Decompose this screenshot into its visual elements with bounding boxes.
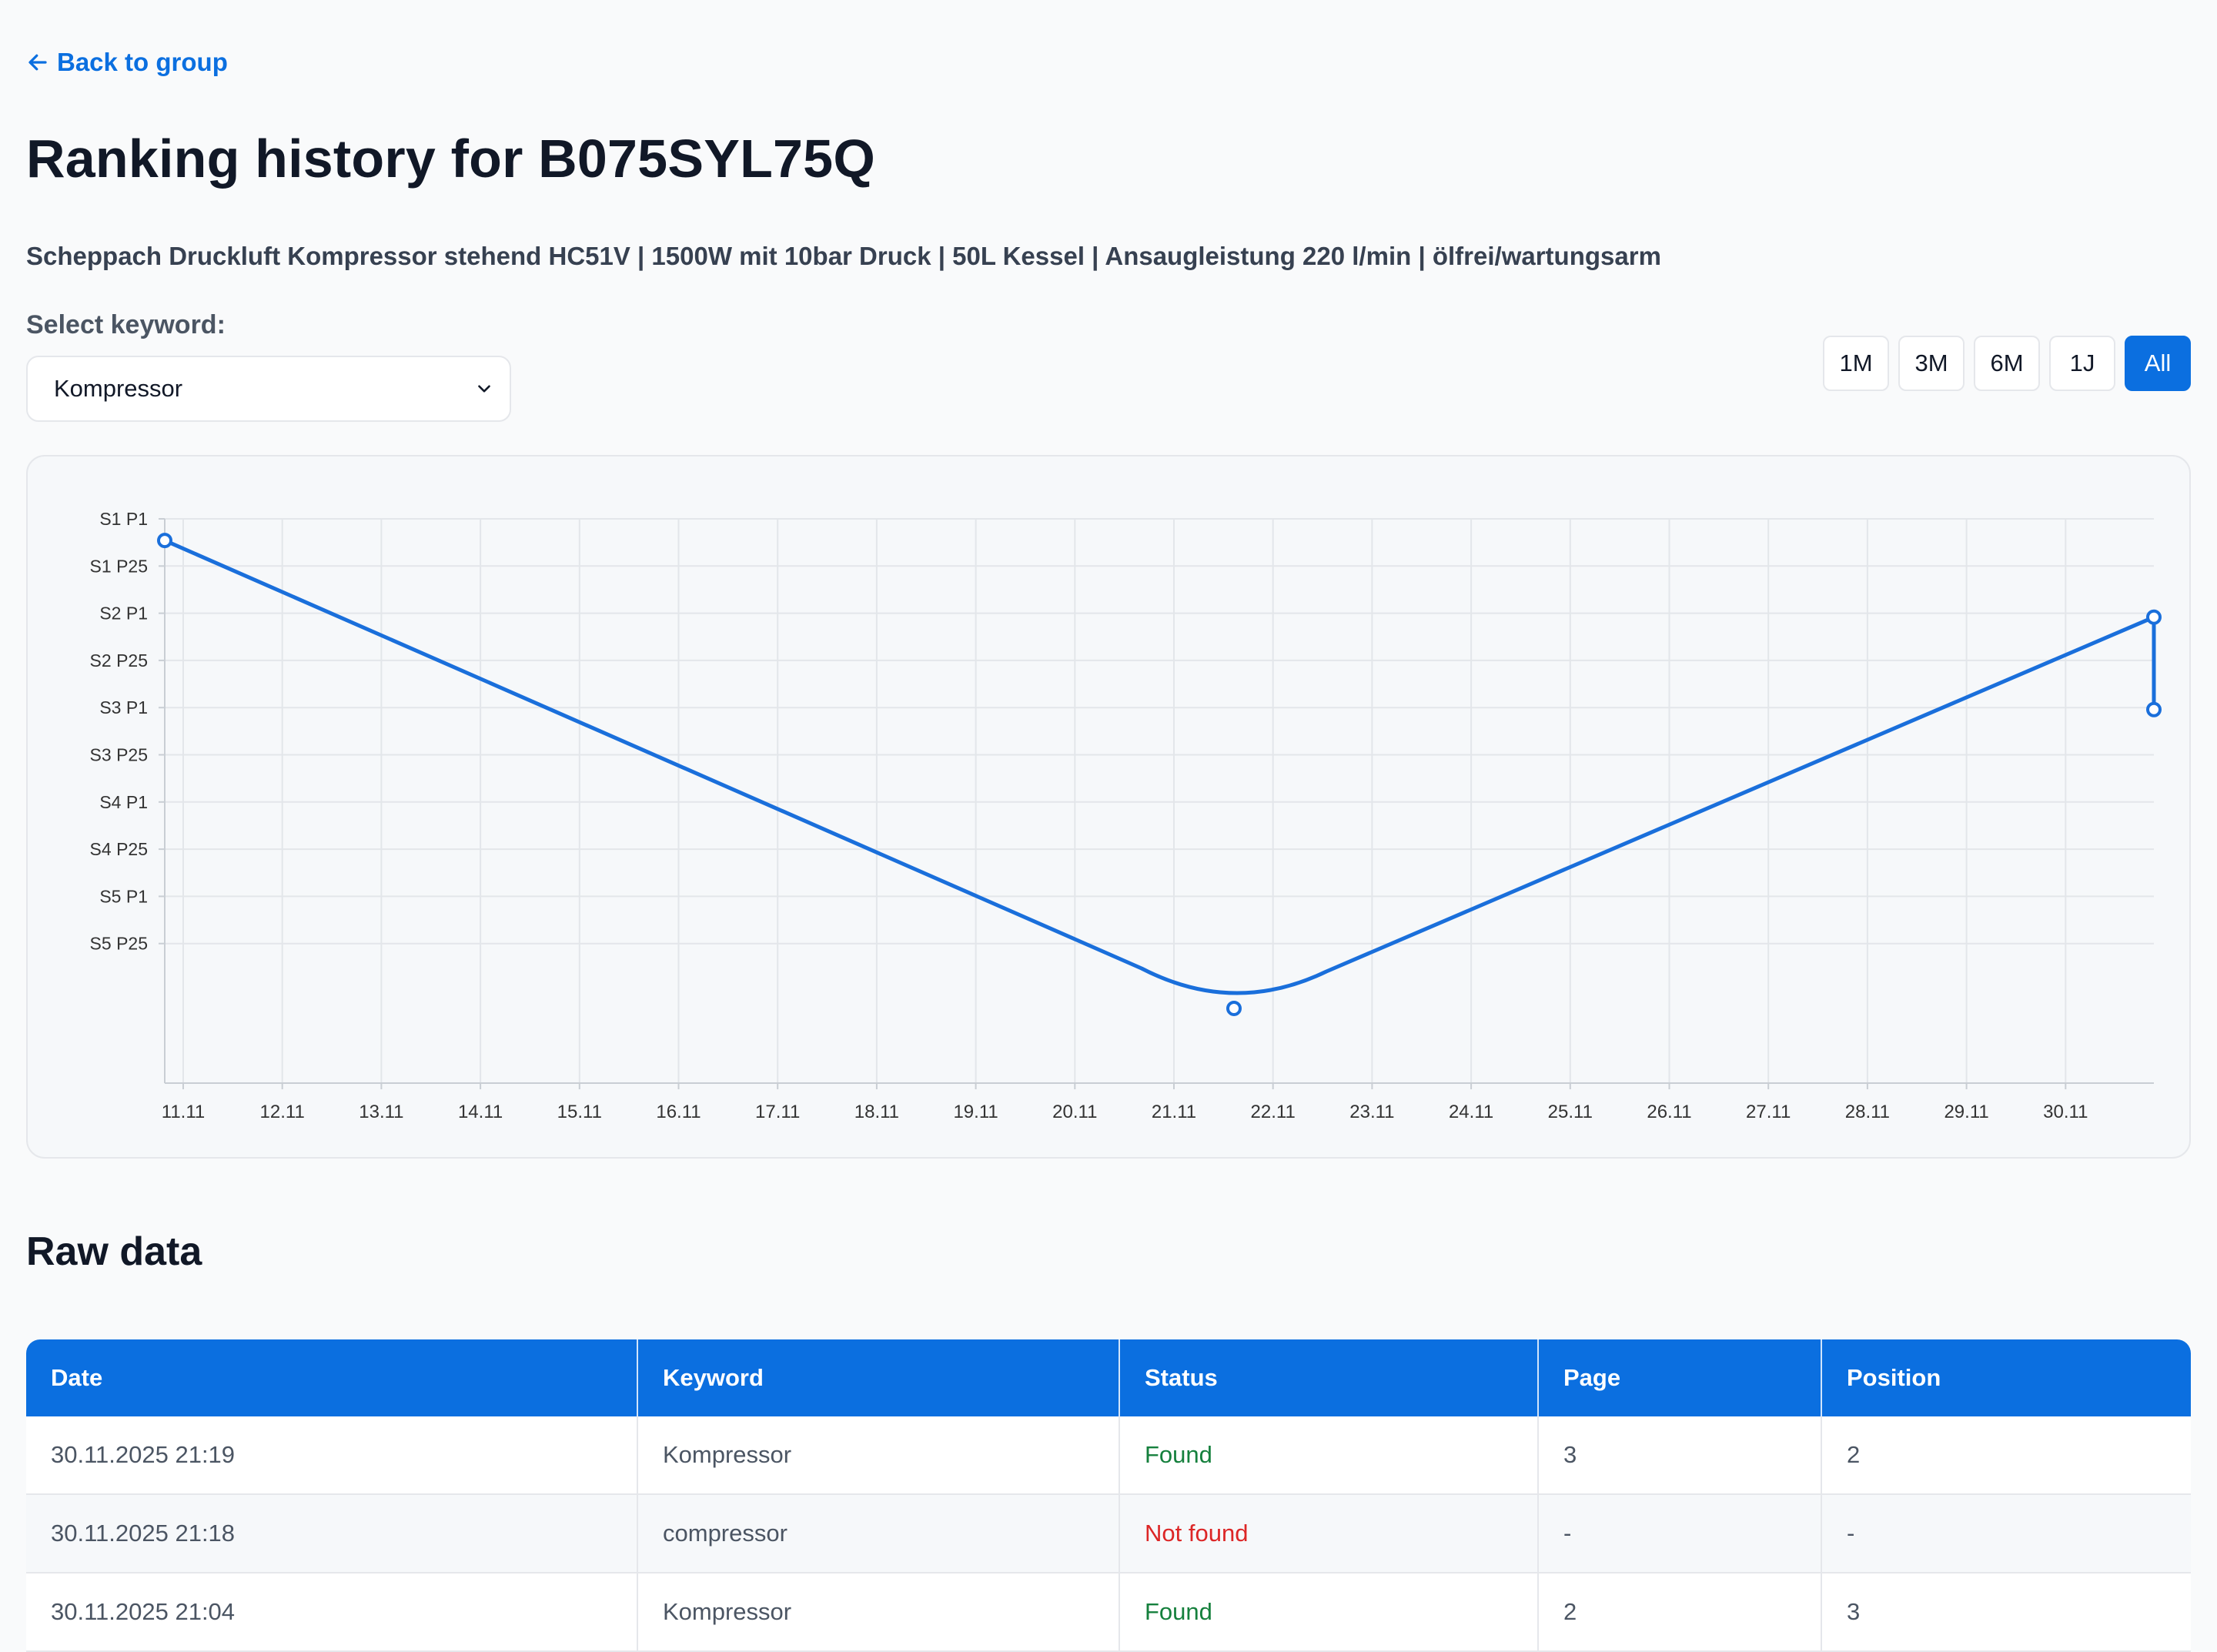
data-point [2146,701,2162,717]
y-tick-label: S4 P25 [90,839,148,859]
column-header-date: Date [26,1339,638,1416]
cell-keyword: Kompressor [637,1416,1120,1495]
range-button-1j[interactable]: 1J [2049,336,2115,391]
cell-position: 2 [1821,1416,2191,1495]
x-tick-label: 23.11 [1349,1102,1394,1122]
keyword-select-label: Select keyword: [26,310,226,339]
raw-data-title: Raw data [26,1229,202,1274]
x-tick-label: 16.11 [656,1102,701,1122]
x-tick-label: 13.11 [359,1102,403,1122]
table-row: 30.11.2025 21:04 Kompressor Found 2 3 [26,1573,2191,1652]
chevron-down-icon [478,385,490,393]
y-tick-label: S4 P1 [99,792,148,812]
y-tick-label: S3 P25 [90,745,148,765]
cell-position: - [1821,1494,2191,1573]
x-tick-label: 17.11 [755,1102,800,1122]
x-tick-label: 24.11 [1449,1102,1493,1122]
range-button-3m[interactable]: 3M [1898,336,1965,391]
x-tick-label: 14.11 [458,1102,503,1122]
x-tick-label: 26.11 [1647,1102,1691,1122]
x-tick-label: 25.11 [1548,1102,1593,1122]
cell-date: 30.11.2025 21:19 [26,1416,638,1495]
keyword-select-value: Kompressor [54,375,183,402]
x-tick-label: 18.11 [854,1102,899,1122]
x-tick-label: 12.11 [260,1102,305,1122]
data-point [157,533,172,549]
x-tick-label: 19.11 [953,1102,998,1122]
arrow-left-icon [28,54,47,71]
x-tick-label: 11.11 [162,1102,206,1122]
cell-page: 2 [1538,1573,1822,1652]
cell-keyword: compressor [637,1494,1120,1573]
column-header-keyword: Keyword [637,1339,1120,1416]
product-subtitle: Scheppach Druckluft Kompressor stehend H… [26,242,1661,270]
y-tick-label: S3 P1 [99,697,148,717]
range-button-group: 1M 3M 6M 1J All [1823,336,2191,391]
x-tick-label: 30.11 [2043,1102,2088,1122]
table-row: 30.11.2025 21:18 compressor Not found - - [26,1494,2191,1573]
y-tick-label: S1 P25 [90,556,148,576]
y-tick-label: S2 P1 [99,604,148,624]
page-title: Ranking history for B075SYL75Q [26,129,875,189]
cell-status: Found [1119,1573,1539,1652]
range-button-1m[interactable]: 1M [1823,336,1889,391]
keyword-select[interactable]: Kompressor [26,356,511,422]
cell-status: Found [1119,1416,1539,1495]
cell-date: 30.11.2025 21:18 [26,1494,638,1573]
y-tick-label: S2 P25 [90,650,148,670]
ranking-chart-svg: S1 P1 S1 P25 S2 P1 S2 P25 S3 P1 S3 P25 S4 P1 S4… [90,509,2162,1122]
table-header-row: Date Keyword Status Page Position [26,1339,2191,1416]
y-tick-label: S5 P1 [99,886,148,906]
back-label: Back to group [57,48,228,76]
x-tick-label: 27.11 [1746,1102,1791,1122]
x-tick-label: 21.11 [1152,1102,1196,1122]
cell-keyword: Kompressor [637,1573,1120,1652]
series-line [163,538,2156,995]
x-tick-label: 20.11 [1052,1102,1097,1122]
table-row: 30.11.2025 21:19 Kompressor Found 3 2 [26,1416,2191,1495]
column-header-status: Status [1119,1339,1539,1416]
range-button-6m[interactable]: 6M [1974,336,2040,391]
x-tick-label: 29.11 [1944,1102,1988,1122]
back-to-group-link[interactable]: Back to group [26,48,228,77]
data-point [1226,1000,1242,1016]
x-tick-label: 22.11 [1251,1102,1296,1122]
cell-page: - [1538,1494,1822,1573]
ranking-chart: S1 P1 S1 P25 S2 P1 S2 P25 S3 P1 S3 P25 S4 P1 S4… [26,455,2191,1159]
cell-date: 30.11.2025 21:04 [26,1573,638,1652]
cell-page: 3 [1538,1416,1822,1495]
y-tick-label: S5 P25 [90,934,148,954]
column-header-page: Page [1538,1339,1822,1416]
raw-data-table: Date Keyword Status Page Position 30.11.2025… [26,1339,2191,1652]
x-tick-label: 28.11 [1845,1102,1890,1122]
column-header-position: Position [1821,1339,2191,1416]
data-point [2146,609,2162,625]
y-tick-label: S1 P1 [99,509,148,529]
cell-position: 3 [1821,1573,2191,1652]
cell-status: Not found [1119,1494,1539,1573]
x-tick-label: 15.11 [557,1102,602,1122]
range-button-all[interactable]: All [2125,336,2191,391]
